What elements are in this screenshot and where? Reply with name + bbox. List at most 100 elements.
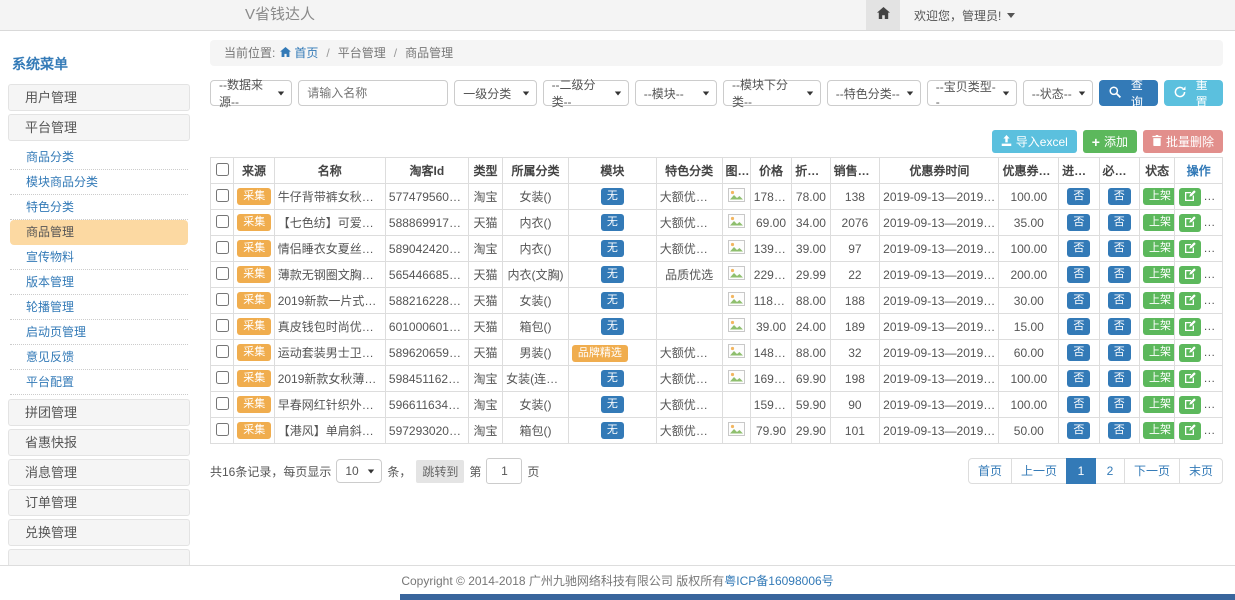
page-first[interactable]: 首页 xyxy=(968,458,1012,484)
select-all-checkbox[interactable] xyxy=(216,163,229,176)
sidebar-item[interactable]: 拼团管理 xyxy=(8,399,190,426)
name-search-input[interactable] xyxy=(298,80,448,106)
sidebar-subitem[interactable]: 模块商品分类 xyxy=(10,170,188,195)
status-badge[interactable]: 上架 xyxy=(1143,214,1175,231)
row-checkbox[interactable] xyxy=(216,267,229,280)
cell-price: 148.00 xyxy=(750,340,791,366)
sidebar-item[interactable]: 消息管理 xyxy=(8,459,190,486)
import-select-badge[interactable]: 否 xyxy=(1067,396,1090,413)
import-select-badge[interactable]: 否 xyxy=(1067,422,1090,439)
search-button[interactable]: 查询 xyxy=(1099,80,1158,106)
batch-delete-button[interactable]: 批量删除 xyxy=(1143,130,1223,153)
import-excel-button[interactable]: 导入excel xyxy=(992,130,1077,153)
sidebar-item[interactable]: 订单管理 xyxy=(8,489,190,516)
status-badge[interactable]: 上架 xyxy=(1143,370,1175,387)
page-prev[interactable]: 上一页 xyxy=(1011,458,1067,484)
row-checkbox[interactable] xyxy=(216,293,229,306)
sidebar-subitem[interactable]: 宣传物料 xyxy=(10,245,188,270)
breadcrumb-home-link[interactable]: 首页 xyxy=(280,40,318,66)
edit-button[interactable] xyxy=(1179,370,1201,388)
column-header: 销售数量 xyxy=(830,158,880,184)
edit-button[interactable] xyxy=(1179,240,1201,258)
status-badge[interactable]: 上架 xyxy=(1143,266,1175,283)
must-buy-badge[interactable]: 否 xyxy=(1108,318,1131,335)
cell-module: 无 xyxy=(568,392,656,418)
column-header: 模块 xyxy=(568,158,656,184)
sidebar-subitem[interactable]: 平台配置 xyxy=(10,370,188,395)
edit-button[interactable] xyxy=(1179,292,1201,310)
level2-category-select[interactable]: --二级分类-- xyxy=(543,80,629,106)
sidebar-subitem-active[interactable]: 商品管理 xyxy=(10,220,188,245)
reset-button[interactable]: 重置 xyxy=(1164,80,1223,106)
status-badge[interactable]: 上架 xyxy=(1143,292,1175,309)
row-checkbox[interactable] xyxy=(216,189,229,202)
edit-button[interactable] xyxy=(1179,422,1201,440)
import-select-badge[interactable]: 否 xyxy=(1067,370,1090,387)
must-buy-badge[interactable]: 否 xyxy=(1108,188,1131,205)
module-subcategory-select[interactable]: --模块下分类-- xyxy=(723,80,821,106)
must-buy-badge[interactable]: 否 xyxy=(1108,292,1131,309)
sidebar-item[interactable]: 兑换管理 xyxy=(8,519,190,546)
icp-link[interactable]: 粤ICP备16098006号 xyxy=(724,574,833,588)
import-select-badge[interactable]: 否 xyxy=(1067,318,1090,335)
row-checkbox[interactable] xyxy=(216,345,229,358)
edit-button[interactable] xyxy=(1179,344,1201,362)
row-checkbox[interactable] xyxy=(216,397,229,410)
row-checkbox[interactable] xyxy=(216,241,229,254)
add-button[interactable]: + 添加 xyxy=(1083,130,1137,153)
sidebar-subitem[interactable]: 版本管理 xyxy=(10,270,188,295)
page-last[interactable]: 末页 xyxy=(1179,458,1223,484)
edit-button[interactable] xyxy=(1179,318,1201,336)
must-buy-badge[interactable]: 否 xyxy=(1108,266,1131,283)
import-select-badge[interactable]: 否 xyxy=(1067,344,1090,361)
edit-button[interactable] xyxy=(1179,214,1201,232)
status-badge[interactable]: 上架 xyxy=(1143,188,1175,205)
sidebar-subitem[interactable]: 轮播管理 xyxy=(10,295,188,320)
row-checkbox[interactable] xyxy=(216,371,229,384)
sidebar-subitem[interactable]: 启动页管理 xyxy=(10,320,188,345)
feature-category-select[interactable]: --特色分类-- xyxy=(827,80,921,106)
sidebar-item[interactable]: 平台管理 xyxy=(8,114,190,141)
item-type-select[interactable]: --宝贝类型-- xyxy=(927,80,1017,106)
import-select-badge[interactable]: 否 xyxy=(1067,188,1090,205)
row-checkbox[interactable] xyxy=(216,423,229,436)
must-buy-badge[interactable]: 否 xyxy=(1108,396,1131,413)
must-buy-badge[interactable]: 否 xyxy=(1108,370,1131,387)
user-menu[interactable]: 欢迎您，管理员! xyxy=(914,7,1015,24)
sidebar-subitem[interactable]: 意见反馈 xyxy=(10,345,188,370)
status-select[interactable]: --状态-- xyxy=(1023,80,1094,106)
page-number[interactable]: 1 xyxy=(1066,458,1096,484)
home-button[interactable] xyxy=(866,0,900,30)
status-badge[interactable]: 上架 xyxy=(1143,396,1175,413)
sidebar-subitem[interactable]: 商品分类 xyxy=(10,145,188,170)
data-source-select[interactable]: --数据来源-- xyxy=(210,80,292,106)
row-checkbox[interactable] xyxy=(216,215,229,228)
sidebar-item[interactable]: 省惠快报 xyxy=(8,429,190,456)
sidebar-subitem[interactable]: 特色分类 xyxy=(10,195,188,220)
must-buy-badge[interactable]: 否 xyxy=(1108,214,1131,231)
import-select-badge[interactable]: 否 xyxy=(1067,292,1090,309)
edit-button[interactable] xyxy=(1179,188,1201,206)
status-badge[interactable]: 上架 xyxy=(1143,318,1175,335)
must-buy-badge[interactable]: 否 xyxy=(1108,422,1131,439)
cell-coupon-time: 2019-09-13—2019-09-18 xyxy=(880,210,999,236)
import-select-badge[interactable]: 否 xyxy=(1067,266,1090,283)
edit-button[interactable] xyxy=(1179,266,1201,284)
row-checkbox[interactable] xyxy=(216,319,229,332)
status-badge[interactable]: 上架 xyxy=(1143,344,1175,361)
module-select[interactable]: --模块-- xyxy=(635,80,717,106)
edit-button[interactable] xyxy=(1179,396,1201,414)
page-number-input[interactable] xyxy=(486,458,522,484)
sidebar-item[interactable]: 用户管理 xyxy=(8,84,190,111)
import-select-badge[interactable]: 否 xyxy=(1067,214,1090,231)
status-badge[interactable]: 上架 xyxy=(1143,422,1175,439)
per-page-select[interactable]: 10 xyxy=(336,459,382,483)
must-buy-badge[interactable]: 否 xyxy=(1108,240,1131,257)
page-number[interactable]: 2 xyxy=(1095,458,1125,484)
cell-sales: 97 xyxy=(830,236,880,262)
page-next[interactable]: 下一页 xyxy=(1124,458,1180,484)
status-badge[interactable]: 上架 xyxy=(1143,240,1175,257)
must-buy-badge[interactable]: 否 xyxy=(1108,344,1131,361)
import-select-badge[interactable]: 否 xyxy=(1067,240,1090,257)
level1-category-select[interactable]: 一级分类 xyxy=(454,80,536,106)
